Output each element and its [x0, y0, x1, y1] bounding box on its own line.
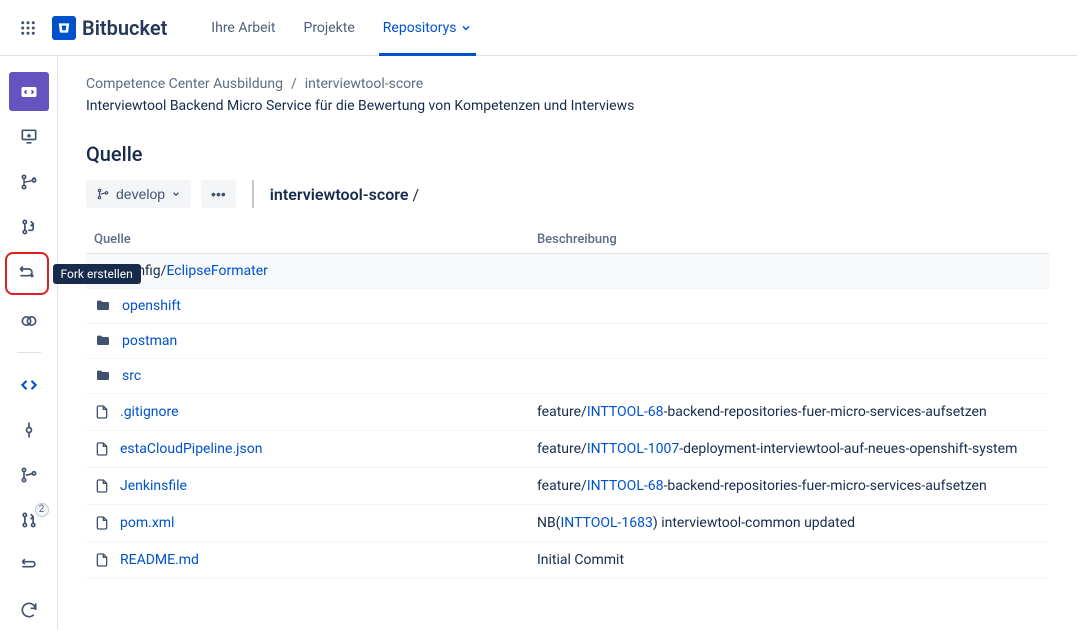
pr-count-badge: 2 — [35, 503, 49, 517]
fork-icon — [17, 264, 37, 284]
bitbucket-logo[interactable]: Bitbucket — [52, 16, 167, 40]
compare-rings-icon — [19, 311, 39, 331]
table-row[interactable]: postman — [86, 324, 1049, 359]
table-row[interactable]: config/EclipseFormater — [86, 254, 1049, 289]
sidebar-repo-icon[interactable] — [9, 72, 49, 111]
app-switcher-button[interactable] — [12, 12, 44, 44]
branch-name: develop — [116, 186, 165, 202]
sidebar-fork[interactable]: Fork erstellen — [5, 252, 49, 295]
chevron-down-icon — [460, 22, 472, 34]
file-link[interactable]: Jenkinsfile — [120, 478, 187, 494]
file-icon — [94, 551, 110, 569]
file-icon — [94, 477, 110, 495]
repo-icon — [19, 82, 39, 102]
branch-selector[interactable]: develop — [86, 180, 191, 208]
file-link[interactable]: postman — [122, 333, 177, 349]
commit-message — [529, 254, 1049, 289]
tooltip-fork: Fork erstellen — [53, 264, 141, 284]
file-table: Quelle Beschreibung config/EclipseFormat… — [86, 226, 1049, 579]
refresh-icon — [19, 600, 39, 620]
breadcrumb-project[interactable]: Competence Center Ausbildung — [86, 76, 283, 92]
vertical-divider — [252, 180, 254, 208]
more-actions-button[interactable]: ••• — [201, 180, 236, 208]
file-link[interactable]: EclipseFormater — [166, 263, 267, 279]
file-icon — [94, 514, 110, 532]
nav-your-work[interactable]: Ihre Arbeit — [199, 0, 287, 56]
top-nav-items: Ihre Arbeit Projekte Repositorys — [199, 0, 484, 56]
branch-icon — [19, 465, 39, 485]
top-navbar: Bitbucket Ihre Arbeit Projekte Repositor… — [0, 0, 1077, 56]
commit-message — [529, 324, 1049, 359]
nav-projects[interactable]: Projekte — [291, 0, 366, 56]
commit-message: feature/INTTOOL-68-backend-repositories-… — [529, 468, 1049, 505]
table-row[interactable]: README.md Initial Commit — [86, 542, 1049, 579]
path-display: interviewtool-score / — [270, 185, 419, 204]
file-link[interactable]: .gitignore — [120, 404, 179, 420]
sidebar-builds[interactable] — [9, 591, 49, 630]
sidebar-forks-list[interactable] — [9, 546, 49, 585]
table-row[interactable]: pom.xml NB(INTTOOL-1683) interviewtool-co… — [86, 505, 1049, 542]
issue-link[interactable]: INTTOOL-1683 — [560, 515, 652, 531]
commit-message: feature/INTTOOL-1007-deployment-intervie… — [529, 431, 1049, 468]
file-link[interactable]: openshift — [122, 298, 181, 314]
sidebar-source[interactable] — [9, 365, 49, 404]
file-icon — [94, 440, 110, 458]
sidebar-commits[interactable] — [9, 411, 49, 450]
sidebar-branches[interactable] — [9, 456, 49, 495]
issue-link[interactable]: INTTOOL-68 — [587, 478, 664, 494]
file-link[interactable]: pom.xml — [120, 515, 174, 531]
breadcrumb-separator: / — [291, 76, 297, 92]
file-icon — [94, 403, 110, 421]
commit-message: feature/INTTOOL-68-backend-repositories-… — [529, 394, 1049, 431]
table-row[interactable]: Jenkinsfile feature/INTTOOL-68-backend-re… — [86, 468, 1049, 505]
breadcrumb-repo[interactable]: interviewtool-score — [305, 76, 423, 92]
issue-link[interactable]: INTTOOL-68 — [587, 404, 664, 420]
folder-icon — [94, 333, 112, 349]
repo-description: Interviewtool Backend Micro Service für … — [86, 98, 1049, 114]
path-repo: interviewtool-score — [270, 185, 409, 204]
issue-link[interactable]: INTTOOL-1007 — [587, 441, 679, 457]
pull-request-plus-icon — [19, 217, 39, 237]
chevron-down-icon — [171, 189, 181, 199]
left-sidebar: Fork erstellen 2 — [0, 56, 58, 630]
commit-message — [529, 289, 1049, 324]
source-controls: develop ••• interviewtool-score / — [86, 180, 1049, 208]
folder-icon — [94, 298, 112, 314]
breadcrumb: Competence Center Ausbildung / interview… — [86, 76, 1049, 92]
sidebar-create-branch[interactable] — [9, 162, 49, 201]
commit-icon — [19, 420, 39, 440]
path-sep: / — [412, 185, 419, 204]
folder-icon — [94, 368, 112, 384]
nav-repositories[interactable]: Repositorys — [371, 0, 485, 56]
commit-message — [529, 359, 1049, 394]
commit-message: Initial Commit — [529, 542, 1049, 579]
branch-plus-icon — [19, 172, 39, 192]
monitor-download-icon — [19, 127, 39, 147]
table-row[interactable]: estaCloudPipeline.json feature/INTTOOL-10… — [86, 431, 1049, 468]
table-row[interactable]: .gitignore feature/INTTOOL-68-backend-rep… — [86, 394, 1049, 431]
file-link[interactable]: src — [122, 368, 141, 384]
commit-message: NB(INTTOOL-1683) interviewtool-common up… — [529, 505, 1049, 542]
sidebar-compare[interactable] — [9, 301, 49, 340]
col-source: Quelle — [86, 226, 529, 254]
sidebar-divider — [17, 352, 41, 353]
more-icon: ••• — [211, 186, 226, 202]
branch-icon — [96, 187, 110, 201]
apps-grid-icon — [19, 19, 37, 37]
brand-name: Bitbucket — [82, 16, 167, 40]
sidebar-clone[interactable] — [9, 117, 49, 156]
col-description: Beschreibung — [529, 226, 1049, 254]
sidebar-pull-requests[interactable]: 2 — [9, 501, 49, 540]
table-row[interactable]: src — [86, 359, 1049, 394]
sidebar-create-pr[interactable] — [9, 207, 49, 246]
code-icon — [19, 375, 39, 395]
section-title-source: Quelle — [86, 142, 1049, 166]
file-link[interactable]: README.md — [120, 552, 199, 568]
main-content: Competence Center Ausbildung / interview… — [58, 56, 1077, 630]
file-link[interactable]: estaCloudPipeline.json — [120, 441, 262, 457]
table-row[interactable]: openshift — [86, 289, 1049, 324]
fork-list-icon — [19, 555, 39, 575]
bitbucket-mark-icon — [52, 16, 76, 40]
